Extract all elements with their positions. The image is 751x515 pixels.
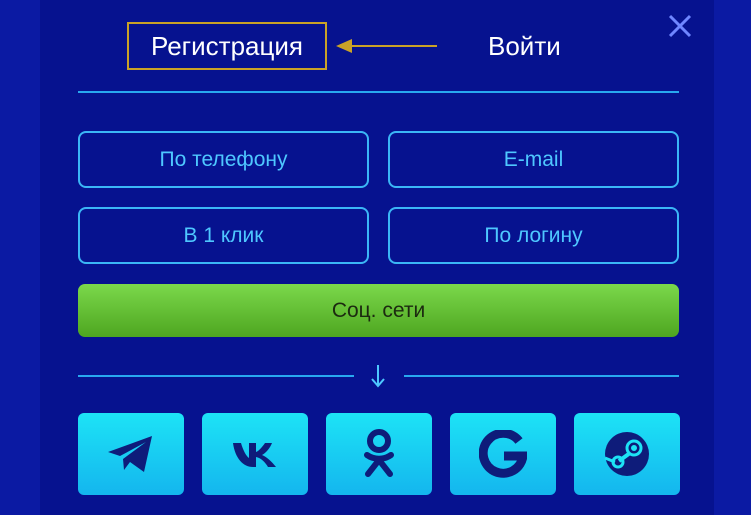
tab-register-label: Регистрация: [151, 31, 303, 61]
telegram-icon: [108, 436, 152, 472]
social-networks-label: Соц. сети: [331, 298, 426, 322]
registration-modal: Регистрация Войти По телефону E-mail В 1…: [40, 0, 714, 515]
steam-icon: [604, 432, 649, 476]
header-divider: [78, 91, 679, 93]
tab-login-label: Войти: [488, 31, 561, 61]
vk-button[interactable]: [202, 413, 308, 495]
steam-button[interactable]: [574, 413, 680, 495]
odnoklassniki-icon: [364, 429, 394, 477]
tab-register[interactable]: Регистрация: [127, 22, 327, 70]
odnoklassniki-button[interactable]: [326, 413, 432, 495]
social-networks-button[interactable]: Соц. сети: [78, 284, 679, 337]
method-login-button[interactable]: По логину: [388, 207, 679, 264]
method-phone-button[interactable]: По телефону: [78, 131, 369, 188]
method-one-click-button[interactable]: В 1 клик: [78, 207, 369, 264]
method-email-button[interactable]: E-mail: [388, 131, 679, 188]
close-icon: [668, 14, 692, 38]
google-button[interactable]: [450, 413, 556, 495]
telegram-button[interactable]: [78, 413, 184, 495]
arrow-down-icon: [371, 365, 385, 388]
social-divider-left: [78, 375, 354, 377]
pointer-arrow-icon: [336, 39, 437, 53]
close-button[interactable]: [666, 12, 694, 40]
method-login-label: По логину: [484, 223, 583, 247]
tab-login[interactable]: Войти: [488, 33, 561, 59]
vk-icon: [233, 443, 276, 467]
google-icon: [479, 430, 527, 478]
method-phone-label: По телефону: [159, 147, 288, 171]
social-divider-right: [404, 375, 679, 377]
method-one-click-label: В 1 клик: [183, 223, 264, 247]
method-email-label: E-mail: [503, 147, 564, 171]
